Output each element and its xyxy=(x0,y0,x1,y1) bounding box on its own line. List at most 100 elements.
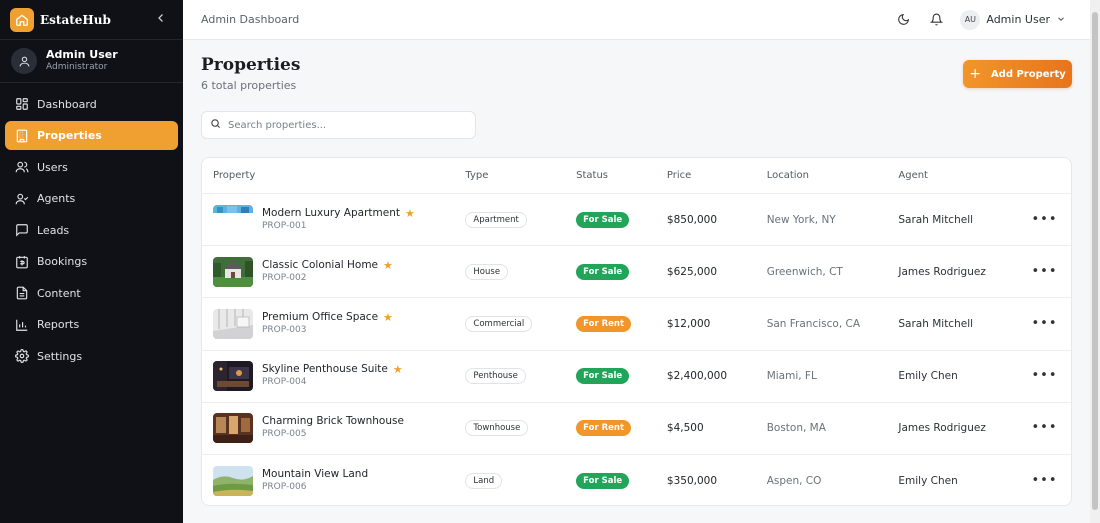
status-badge: For Sale xyxy=(576,473,630,490)
sidebar-user-role: Administrator xyxy=(46,62,108,72)
sidebar-item-label: Bookings xyxy=(37,255,88,268)
more-actions-icon[interactable]: ••• xyxy=(1032,421,1058,434)
avatar: AU xyxy=(960,9,981,30)
type-badge: House xyxy=(465,263,509,280)
users-icon xyxy=(14,159,30,175)
collapse-sidebar-icon[interactable] xyxy=(155,12,167,28)
star-icon: ★ xyxy=(392,363,403,377)
property-price: $12,000 xyxy=(666,317,711,330)
search-icon xyxy=(210,118,221,132)
column-header-property: Property xyxy=(213,170,256,181)
property-thumbnail xyxy=(213,308,253,339)
property-name: Mountain View Land xyxy=(262,468,369,481)
property-agent: Sarah Mitchell xyxy=(898,317,974,330)
agent-icon xyxy=(14,191,30,207)
property-agent: Emily Chen xyxy=(898,475,958,488)
bell-icon[interactable] xyxy=(927,11,945,29)
chevron-down-icon xyxy=(1056,13,1066,27)
topbar: Admin Dashboard AU Admin User xyxy=(183,0,1100,40)
property-name: Skyline Penthouse Suite xyxy=(262,363,388,376)
sidebar-item-agents[interactable]: Agents xyxy=(5,184,178,213)
more-actions-icon[interactable]: ••• xyxy=(1032,317,1058,330)
property-id: PROP-005 xyxy=(262,429,307,440)
property-id: PROP-006 xyxy=(262,482,307,493)
properties-table: Property Type Status Price Location Agen… xyxy=(201,157,1072,506)
column-header-location: Location xyxy=(766,170,809,181)
property-name: Premium Office Space xyxy=(262,310,379,323)
sidebar-item-label: Properties xyxy=(37,129,102,142)
page-scrollbar[interactable] xyxy=(1090,0,1100,523)
sidebar-item-properties[interactable]: Properties xyxy=(5,121,178,150)
sidebar-user-name: Admin User xyxy=(46,48,118,61)
table-row[interactable]: Mountain View Land PROP-006 Land For Sal… xyxy=(202,455,1071,505)
property-id: PROP-004 xyxy=(262,377,307,388)
user-menu-name: Admin User xyxy=(986,13,1050,26)
more-actions-icon[interactable]: ••• xyxy=(1032,474,1058,487)
table-row[interactable]: Premium Office Space ★ PROP-003 Commercia… xyxy=(202,298,1071,351)
property-location: San Francisco, CA xyxy=(766,317,861,330)
chart-icon xyxy=(14,317,30,333)
table-row[interactable]: Skyline Penthouse Suite ★ PROP-004 Pentho… xyxy=(202,351,1071,403)
more-actions-icon[interactable]: ••• xyxy=(1032,265,1058,278)
property-thumbnail xyxy=(213,361,253,392)
property-thumbnail xyxy=(213,256,253,287)
sidebar-item-label: Agents xyxy=(37,192,76,205)
sidebar-item-reports[interactable]: Reports xyxy=(5,310,178,339)
sidebar-item-label: Users xyxy=(37,160,68,174)
type-badge: Apartment xyxy=(465,211,527,228)
status-badge: For Sale xyxy=(576,368,630,385)
property-location: Aspen, CO xyxy=(766,475,822,488)
property-thumbnail xyxy=(213,204,253,235)
sidebar-item-leads[interactable]: Leads xyxy=(5,216,178,245)
property-price: $850,000 xyxy=(666,213,718,226)
property-agent: James Rodriguez xyxy=(898,422,986,435)
sidebar-item-dashboard[interactable]: Dashboard xyxy=(5,90,178,119)
building-icon xyxy=(14,128,30,144)
breadcrumb: Admin Dashboard xyxy=(201,13,300,26)
property-id: PROP-001 xyxy=(262,220,307,231)
table-header: Property Type Status Price Location Agen… xyxy=(202,158,1071,194)
property-price: $350,000 xyxy=(666,475,718,488)
table-row[interactable]: Classic Colonial Home ★ PROP-002 House Fo… xyxy=(202,246,1071,299)
add-property-button[interactable]: + Add Property xyxy=(963,60,1072,88)
status-badge: For Rent xyxy=(576,315,632,332)
page-title: Properties xyxy=(201,55,301,75)
star-icon: ★ xyxy=(383,310,393,324)
sidebar-item-label: Content xyxy=(37,286,81,300)
column-header-status: Status xyxy=(576,170,609,181)
plus-icon: + xyxy=(969,66,981,82)
search-input[interactable] xyxy=(228,119,458,131)
sidebar-item-bookings[interactable]: Bookings xyxy=(5,247,178,276)
user-menu[interactable]: AU Admin User xyxy=(960,9,1066,30)
sidebar-item-settings[interactable]: Settings xyxy=(5,342,178,371)
table-row[interactable]: Charming Brick Townhouse PROP-005 Townho… xyxy=(202,403,1071,455)
sidebar-item-label: Dashboard xyxy=(37,97,97,111)
property-location: Miami, FL xyxy=(766,370,817,383)
table-row[interactable]: Modern Luxury Apartment ★ PROP-001 Apartm… xyxy=(202,194,1071,247)
calendar-icon xyxy=(14,254,30,270)
property-agent: Emily Chen xyxy=(898,370,958,383)
property-location: New York, NY xyxy=(766,213,836,226)
sidebar-item-label: Reports xyxy=(37,318,80,331)
star-icon: ★ xyxy=(404,206,415,220)
brand-bar: EstateHub xyxy=(0,0,183,40)
sidebar-item-content[interactable]: Content xyxy=(5,279,178,308)
property-name: Charming Brick Townhouse xyxy=(262,415,404,428)
property-location: Greenwich, CT xyxy=(766,265,843,278)
sidebar-item-users[interactable]: Users xyxy=(5,153,178,182)
message-icon xyxy=(14,222,30,238)
status-badge: For Sale xyxy=(576,263,630,280)
more-actions-icon[interactable]: ••• xyxy=(1032,213,1058,226)
add-property-label: Add Property xyxy=(990,68,1066,80)
column-header-type: Type xyxy=(465,170,489,181)
document-icon xyxy=(14,285,30,301)
status-badge: For Sale xyxy=(576,211,630,228)
more-actions-icon[interactable]: ••• xyxy=(1032,369,1058,382)
moon-icon[interactable] xyxy=(894,11,912,29)
gear-icon xyxy=(14,348,30,364)
star-icon: ★ xyxy=(383,258,393,272)
property-id: PROP-003 xyxy=(262,324,307,335)
type-badge: Commercial xyxy=(465,315,533,332)
sidebar-user: Admin User Administrator xyxy=(0,40,183,83)
scrollbar-thumb[interactable] xyxy=(1092,12,1098,510)
